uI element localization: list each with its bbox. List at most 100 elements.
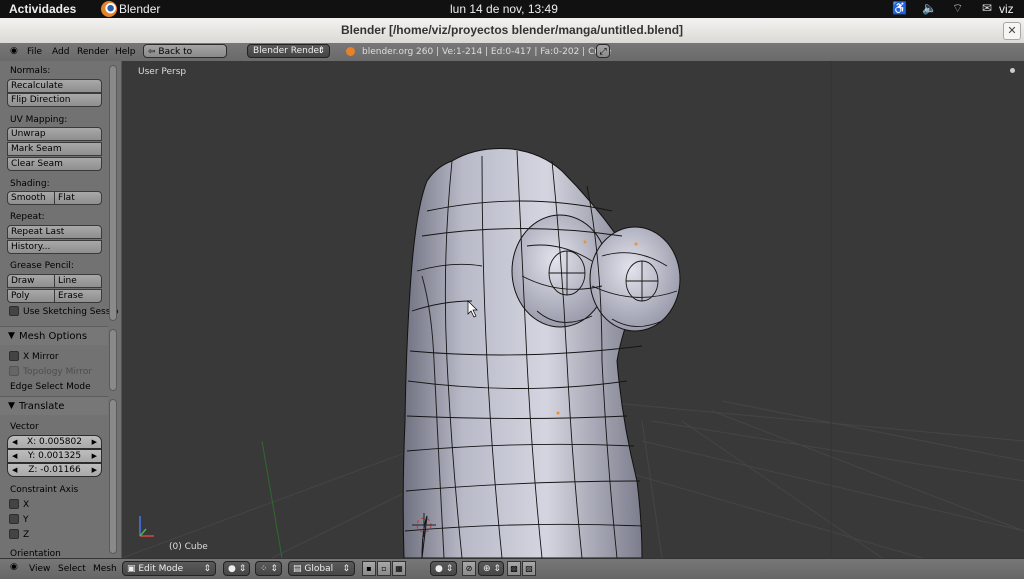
snap-element-select[interactable]: ⊕ ⇕ xyxy=(478,561,504,576)
updown-icon: ⇕ xyxy=(203,564,211,574)
unwrap-button[interactable]: Unwrap xyxy=(7,127,102,141)
vector-z-field[interactable]: ◀ Z: -0.01166 ▶ xyxy=(7,463,102,477)
viewport-shading-select[interactable]: ● ⇕ xyxy=(223,561,250,576)
menu-help[interactable]: Help xyxy=(115,47,136,57)
line-button[interactable]: Line xyxy=(54,274,102,288)
shelf-scrollbar-1[interactable] xyxy=(109,65,117,321)
info-header: ◉ File Add Render Help ⇦ Back to Previou… xyxy=(0,43,1024,71)
editor-type-icon[interactable]: ◉ xyxy=(10,562,18,572)
decrement-arrow-icon[interactable]: ◀ xyxy=(12,436,17,449)
shading-label: Shading: xyxy=(10,179,50,189)
use-sketching-checkbox[interactable] xyxy=(9,306,19,316)
history-button[interactable]: History... xyxy=(7,240,102,254)
accessibility-icon[interactable]: ♿ xyxy=(892,1,907,15)
volume-icon[interactable]: 🔈 xyxy=(922,1,937,15)
back-icon: ⇦ xyxy=(148,47,159,57)
decrement-arrow-icon[interactable]: ◀ xyxy=(12,450,17,463)
repeat-label: Repeat: xyxy=(10,212,45,222)
editor-type-icon[interactable]: ◉ xyxy=(10,46,18,56)
3d-viewport[interactable] xyxy=(122,61,1024,558)
active-object-label: (0) Cube xyxy=(169,542,208,552)
render-engine-select[interactable]: Blender Render ⇕ xyxy=(247,44,330,58)
menu-file[interactable]: File xyxy=(27,47,42,57)
constraint-y-label: Y xyxy=(23,515,29,525)
vector-x-field[interactable]: ◀ X: 0.005802 ▶ xyxy=(7,435,102,449)
menu-render[interactable]: Render xyxy=(77,47,109,57)
constraint-y-checkbox[interactable] xyxy=(9,514,19,524)
draw-button[interactable]: Draw xyxy=(7,274,55,288)
constraint-x-label: X xyxy=(23,500,30,510)
mode-select[interactable]: ▣ Edit Mode ⇕ xyxy=(122,561,216,576)
recalculate-button[interactable]: Recalculate xyxy=(7,79,102,93)
collapse-triangle-icon: ▼ xyxy=(8,401,15,411)
render-icon[interactable]: ▩ xyxy=(507,561,521,576)
wifi-icon[interactable]: ⌔ xyxy=(952,1,963,16)
increment-arrow-icon[interactable]: ▶ xyxy=(92,464,97,477)
pivot-point-select[interactable]: ⁘ ⇕ xyxy=(255,561,282,576)
fullscreen-icon[interactable]: ⤢ xyxy=(596,44,610,58)
x-mirror-checkbox[interactable] xyxy=(9,351,19,361)
vector-y-field[interactable]: ◀ Y: 0.001325 ▶ xyxy=(7,449,102,463)
normals-label: Normals: xyxy=(10,66,51,76)
clock[interactable]: lun 14 de nov, 13:49 xyxy=(450,2,558,16)
menu-select[interactable]: Select xyxy=(58,564,86,574)
blender-logo-icon xyxy=(346,47,355,56)
topology-mirror-checkbox[interactable] xyxy=(9,366,19,376)
mesh-cube[interactable] xyxy=(402,148,681,559)
menu-add[interactable]: Add xyxy=(52,47,69,57)
translate-header[interactable]: ▼ Translate xyxy=(0,396,108,415)
edge-select-mode-icon[interactable]: ▫ xyxy=(377,561,391,576)
back-to-previous-button[interactable]: ⇦ Back to Previous xyxy=(143,44,227,71)
proportional-editing-select[interactable]: ● ⇕ xyxy=(430,561,457,576)
menu-mesh[interactable]: Mesh xyxy=(93,564,117,574)
orientation-icon: ▤ xyxy=(293,564,305,574)
constraint-x-checkbox[interactable] xyxy=(9,499,19,509)
mark-seam-button[interactable]: Mark Seam xyxy=(7,142,102,156)
x-mirror-label: X Mirror xyxy=(23,352,59,362)
increment-arrow-icon[interactable]: ▶ xyxy=(92,436,97,449)
menu-view[interactable]: View xyxy=(29,564,50,574)
vector-label: Vector xyxy=(10,422,39,432)
app-menu[interactable]: Blender xyxy=(119,2,160,16)
collapse-triangle-icon: ▼ xyxy=(8,331,15,341)
updown-icon: ⇕ xyxy=(317,46,325,56)
email-icon[interactable]: ✉ xyxy=(982,1,992,15)
constraint-axis-label: Constraint Axis xyxy=(10,485,79,495)
user-menu[interactable]: viz xyxy=(999,2,1014,16)
erase-button[interactable]: Erase xyxy=(54,289,102,303)
smooth-button[interactable]: Smooth xyxy=(7,191,55,205)
grease-pencil-label: Grease Pencil: xyxy=(10,261,74,271)
orientation-label: Orientation xyxy=(10,549,61,558)
flip-direction-button[interactable]: Flip Direction xyxy=(7,93,102,107)
edit-mode-icon: ▣ xyxy=(127,564,139,574)
constraint-z-label: Z xyxy=(23,530,30,540)
shelf-scrollbar-3[interactable] xyxy=(109,399,117,554)
repeat-last-button[interactable]: Repeat Last xyxy=(7,225,102,239)
vertex-select-mode-icon[interactable]: ▪ xyxy=(362,561,376,576)
decrement-arrow-icon[interactable]: ◀ xyxy=(12,464,17,477)
scene-stats: blender.org 260 | Ve:1-214 | Ed:0-417 | … xyxy=(362,47,612,57)
close-icon[interactable]: ✕ xyxy=(1003,22,1021,40)
increment-arrow-icon[interactable]: ▶ xyxy=(92,450,97,463)
system-top-bar: Actividades Blender lun 14 de nov, 13:49… xyxy=(0,0,1024,18)
activities-button[interactable]: Actividades xyxy=(9,2,76,16)
face-select-mode-icon[interactable]: ▦ xyxy=(392,561,406,576)
clear-seam-button[interactable]: Clear Seam xyxy=(7,157,102,171)
flat-button[interactable]: Flat xyxy=(54,191,102,205)
axis-gizmo xyxy=(139,516,154,537)
mesh-options-header[interactable]: ▼ Mesh Options xyxy=(0,326,108,345)
shelf-scrollbar-2[interactable] xyxy=(109,329,117,391)
topology-mirror-label: Topology Mirror xyxy=(23,367,93,377)
transform-orientation-select[interactable]: ▤ Global ⇕ xyxy=(288,561,355,576)
tool-shelf: Normals: Recalculate Flip Direction UV M… xyxy=(0,61,122,558)
viewport-scene xyxy=(122,61,1024,558)
viewport-options-icon[interactable] xyxy=(1010,68,1015,73)
view3d-header: ◉ View Select Mesh ▣ Edit Mode ⇕ ● ⇕ ⁘ ⇕… xyxy=(0,558,1024,579)
use-sketching-label: Use Sketching Sessio xyxy=(23,307,119,317)
render-animation-icon[interactable]: ▨ xyxy=(522,561,536,576)
constraint-z-checkbox[interactable] xyxy=(9,529,19,539)
window-title: Blender [/home/viz/proyectos blender/man… xyxy=(340,23,684,37)
updown-icon: ⇕ xyxy=(342,564,350,574)
poly-button[interactable]: Poly xyxy=(7,289,55,303)
snap-icon[interactable]: ⊘ xyxy=(462,561,476,576)
